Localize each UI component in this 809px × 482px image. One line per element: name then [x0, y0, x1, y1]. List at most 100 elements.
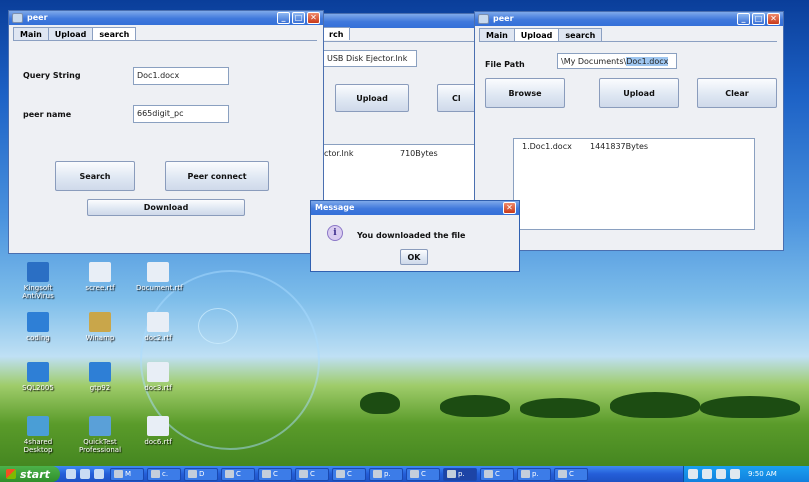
taskbar-item[interactable]: C [258, 467, 292, 481]
upload-button[interactable]: Upload [335, 84, 409, 112]
start-button[interactable]: start [0, 466, 60, 482]
close-button[interactable]: ✕ [503, 202, 516, 214]
window-title: peer [493, 14, 514, 23]
quick-launch-icon[interactable] [66, 469, 76, 479]
taskbar-item[interactable]: C [554, 467, 588, 481]
app-icon [151, 470, 160, 478]
desktop-icon[interactable]: gtp92 [78, 362, 122, 392]
maximize-button[interactable]: □ [752, 13, 765, 25]
tab-main[interactable]: Main [13, 27, 49, 40]
desktop-icon[interactable]: doc6.rtf [136, 416, 180, 446]
taskbar-item[interactable]: C [332, 467, 366, 481]
tab-main[interactable]: Main [479, 28, 515, 41]
desktop-icon[interactable]: coding [16, 312, 60, 342]
desktop-icon[interactable]: Winamp [78, 312, 122, 342]
tab-search[interactable]: rch [322, 27, 351, 40]
peer-name-input[interactable]: 665digit_pc [133, 105, 229, 123]
desktop-icon[interactable]: Kingsoft AntiVirus [16, 262, 60, 300]
uploaded-file-list[interactable]: 1.Doc1.docx 1441837Bytes [513, 138, 755, 230]
app-icon [410, 470, 419, 478]
quick-launch-icon[interactable] [94, 469, 104, 479]
system-tray: 9:50 AM [683, 466, 809, 482]
file-size: 710Bytes [400, 149, 438, 158]
wallpaper-tree [700, 396, 800, 418]
tab-search[interactable]: search [558, 28, 603, 41]
volume-icon[interactable] [730, 469, 740, 479]
desktop-icon-label: doc2.rtf [144, 334, 172, 342]
desktop-icon-label: Kingsoft AntiVirus [22, 284, 54, 300]
desktop-icon[interactable]: doc3.rtf [136, 362, 180, 392]
download-button[interactable]: Download [87, 199, 245, 216]
file-path-field[interactable]: USB Disk Ejector.lnk [323, 50, 417, 67]
browse-button[interactable]: Browse [485, 78, 565, 108]
upload-button[interactable]: Upload [599, 78, 679, 108]
app-icon [262, 470, 271, 478]
tab-search[interactable]: search [92, 27, 137, 40]
app-icon [484, 470, 493, 478]
quick-launch [66, 469, 104, 479]
clear-button[interactable]: Clear [697, 78, 777, 108]
query-string-label: Query String [23, 71, 81, 80]
query-string-input[interactable]: Doc1.docx [133, 67, 229, 85]
desktop-icon[interactable]: SQL2005 [16, 362, 60, 392]
desktop-icon[interactable]: scree.rtf [78, 262, 122, 292]
taskbar-item-active[interactable]: p. [443, 467, 477, 481]
desktop-icon-label: Document.rtf [136, 284, 183, 292]
help-icon[interactable] [702, 469, 712, 479]
search-button[interactable]: Search [55, 161, 135, 191]
desktop-icon[interactable]: 4shared Desktop [16, 416, 60, 454]
peer-connect-button[interactable]: Peer connect [165, 161, 269, 191]
taskbar-item[interactable]: C [480, 467, 514, 481]
wallpaper-tree [360, 392, 400, 414]
taskbar: start M c. D C C C C p. C p. C p. C 9:50… [0, 466, 809, 482]
taskbar-item[interactable]: p. [369, 467, 403, 481]
dialog-title: Message [315, 203, 355, 212]
clock[interactable]: 9:50 AM [748, 470, 777, 478]
wallpaper-tree [440, 395, 510, 417]
taskbar-item[interactable]: C [406, 467, 440, 481]
network-icon[interactable] [716, 469, 726, 479]
dialog-message: You downloaded the file [357, 231, 466, 240]
tab-upload[interactable]: Upload [47, 27, 94, 40]
desktop-icon-label: doc3.rtf [144, 384, 172, 392]
taskbar-item[interactable]: C [295, 467, 329, 481]
desktop-icon-label: Winamp [85, 334, 115, 342]
desktop-icon-label: gtp92 [89, 384, 111, 392]
close-button[interactable]: ✕ [767, 13, 780, 25]
tab-upload[interactable]: Upload [513, 28, 560, 41]
desktop-icon[interactable]: QuickTest Professional [78, 416, 122, 454]
app-icon [373, 470, 382, 478]
title-bar: peer _ □ ✕ [475, 12, 783, 26]
taskbar-item[interactable]: D [184, 467, 218, 481]
taskbar-item[interactable]: c. [147, 467, 181, 481]
taskbar-item[interactable]: C [221, 467, 255, 481]
peer-name-label: peer name [23, 110, 72, 119]
file-path-label: File Path [485, 60, 525, 69]
file-size: 1441837Bytes [590, 142, 649, 151]
tray-arrow-icon[interactable] [688, 469, 698, 479]
rtf-file-icon [89, 262, 111, 282]
minimize-button[interactable]: _ [737, 13, 750, 25]
wallpaper-tree [520, 398, 600, 418]
quick-launch-icon[interactable] [80, 469, 90, 479]
windows-logo-icon [6, 469, 16, 479]
rtf-file-icon [147, 262, 169, 282]
file-path-input[interactable]: \My Documents\Doc1.docx [557, 53, 677, 69]
title-bar [319, 14, 479, 28]
java-icon [478, 14, 489, 24]
desktop-icon-label: doc6.rtf [144, 438, 172, 446]
ok-button[interactable]: OK [400, 249, 428, 265]
dialog-title-bar: Message ✕ [311, 201, 519, 215]
desktop-icon[interactable]: Document.rtf [136, 262, 183, 292]
taskbar-item[interactable]: p. [517, 467, 551, 481]
minimize-button[interactable]: _ [277, 12, 290, 24]
4shared-icon [27, 416, 49, 436]
maximize-button[interactable]: □ [292, 12, 305, 24]
file-path-prefix: \My Documents\ [561, 57, 627, 66]
desktop-icon[interactable]: doc2.rtf [136, 312, 180, 342]
taskbar-item[interactable]: M [110, 467, 144, 481]
app-icon [521, 470, 530, 478]
folder-icon [27, 362, 49, 382]
close-button[interactable]: ✕ [307, 12, 320, 24]
info-icon: i [327, 225, 343, 241]
